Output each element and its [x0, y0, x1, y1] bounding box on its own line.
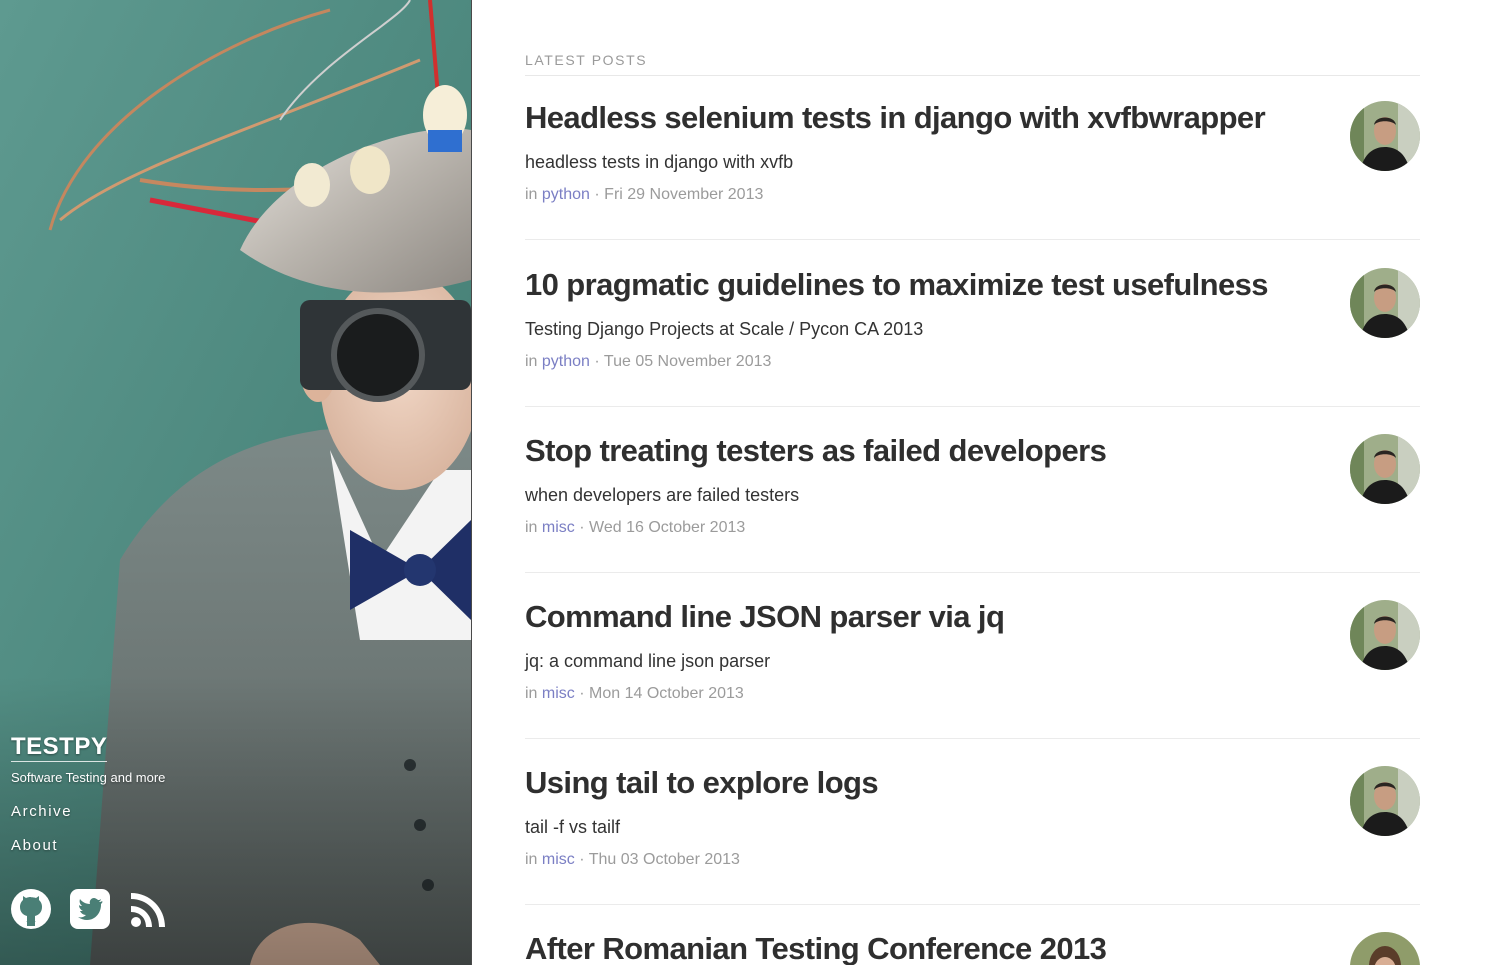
post-category-link[interactable]: python: [542, 186, 590, 203]
post-divider: [525, 572, 1420, 573]
post-meta-prefix: in: [525, 353, 538, 370]
post-item: Using tail to explore logs tail -f vs ta…: [525, 765, 1420, 931]
site-title[interactable]: TESTPY: [11, 733, 108, 762]
post-meta: in python · Fri 29 November 2013: [525, 186, 763, 204]
post-meta: in misc · Mon 14 October 2013: [525, 685, 744, 703]
post-category-link[interactable]: misc: [542, 851, 575, 868]
post-item: 10 pragmatic guidelines to maximize test…: [525, 267, 1420, 433]
post-item: Stop treating testers as failed develope…: [525, 433, 1420, 599]
post-title[interactable]: Stop treating testers as failed develope…: [525, 433, 1107, 469]
github-icon[interactable]: [10, 888, 52, 930]
section-label: LATEST POSTS: [525, 52, 648, 68]
post-date: · Fri 29 November 2013: [594, 186, 764, 203]
hero-image: [0, 0, 471, 965]
post-title[interactable]: Headless selenium tests in django with x…: [525, 100, 1266, 136]
post-summary: when developers are failed testers: [525, 485, 800, 505]
author-avatar: [1350, 101, 1420, 171]
post-divider: [525, 406, 1420, 407]
post-summary: jq: a command line json parser: [525, 651, 771, 671]
post-meta: in python · Tue 05 November 2013: [525, 353, 771, 371]
author-avatar: [1350, 766, 1420, 836]
post-item: After Romanian Testing Conference 2013: [525, 931, 1420, 965]
post-date: · Mon 14 October 2013: [579, 685, 744, 702]
post-meta-prefix: in: [525, 685, 538, 702]
post-category-link[interactable]: misc: [542, 685, 575, 702]
post-title[interactable]: After Romanian Testing Conference 2013: [525, 931, 1107, 965]
post-item: Command line JSON parser via jq jq: a co…: [525, 599, 1420, 765]
nav-archive-link[interactable]: Archive: [11, 803, 72, 820]
nav-about-link[interactable]: About: [11, 837, 58, 854]
post-item: Headless selenium tests in django with x…: [525, 100, 1420, 266]
section-divider: [525, 75, 1420, 76]
post-title[interactable]: Using tail to explore logs: [525, 765, 879, 801]
author-avatar: [1350, 268, 1420, 338]
post-summary: Testing Django Projects at Scale / Pycon…: [525, 319, 924, 339]
site-tagline: Software Testing and more: [11, 770, 166, 785]
author-avatar: [1350, 600, 1420, 670]
post-date: · Wed 16 October 2013: [579, 519, 746, 536]
post-summary: headless tests in django with xvfb: [525, 152, 794, 172]
post-meta: in misc · Thu 03 October 2013: [525, 851, 740, 869]
sidebar: TESTPY Software Testing and more Archive…: [0, 0, 472, 965]
post-title[interactable]: Command line JSON parser via jq: [525, 599, 1005, 635]
post-summary: tail -f vs tailf: [525, 817, 621, 837]
author-avatar: [1350, 932, 1420, 965]
post-divider: [525, 904, 1420, 905]
post-title[interactable]: 10 pragmatic guidelines to maximize test…: [525, 267, 1269, 303]
post-date: · Thu 03 October 2013: [579, 851, 740, 868]
post-meta-prefix: in: [525, 519, 538, 536]
post-meta: in misc · Wed 16 October 2013: [525, 519, 745, 537]
post-category-link[interactable]: misc: [542, 519, 575, 536]
post-divider: [525, 239, 1420, 240]
post-meta-prefix: in: [525, 851, 538, 868]
post-date: · Tue 05 November 2013: [594, 353, 772, 370]
author-avatar: [1350, 434, 1420, 504]
rss-icon[interactable]: [128, 888, 170, 930]
social-links: [10, 888, 170, 930]
site-brand: TESTPY Software Testing and more: [11, 733, 165, 785]
twitter-icon[interactable]: [69, 888, 111, 930]
post-divider: [525, 738, 1420, 739]
post-category-link[interactable]: python: [542, 353, 590, 370]
post-meta-prefix: in: [525, 186, 538, 203]
